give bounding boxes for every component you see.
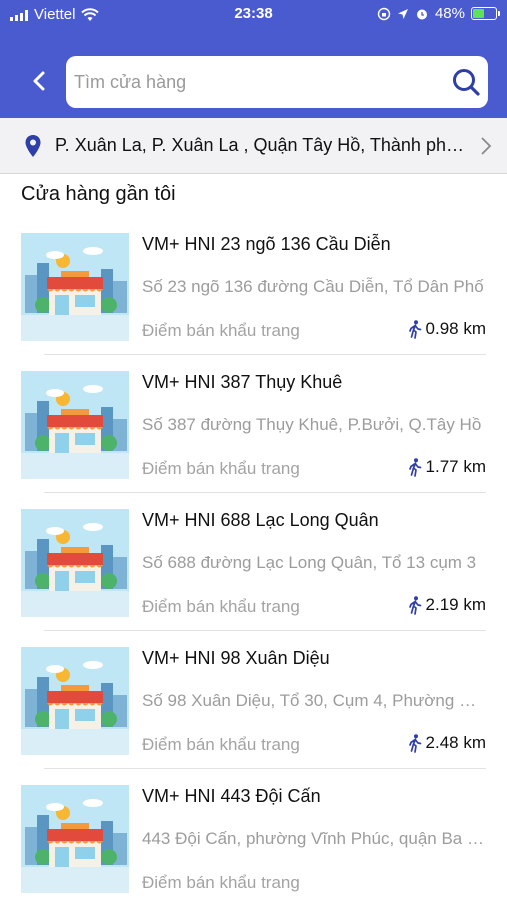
store-name: VM+ HNI 387 Thụy Khuê xyxy=(142,372,343,392)
map-pin-icon xyxy=(25,135,41,157)
store-distance-value: 2.48 km xyxy=(425,733,486,752)
store-tag: Điểm bán khẩu trang xyxy=(142,321,300,340)
store-name: VM+ HNI 443 Đội Cấn xyxy=(142,786,321,806)
store-thumbnail xyxy=(21,785,129,893)
store-address: Số 98 Xuân Diệu, Tổ 30, Cụm 4, Phường Qu… xyxy=(142,691,487,710)
store-distance: 0.98 km xyxy=(408,319,486,339)
divider xyxy=(44,354,486,355)
walking-icon xyxy=(408,319,421,339)
back-button[interactable] xyxy=(24,66,54,96)
store-list-item[interactable]: VM+ HNI 443 Đội Cấn 443 Đội Cấn, phường V… xyxy=(0,782,507,900)
chevron-right-icon xyxy=(481,137,492,155)
store-address: Số 688 đường Lạc Long Quân, Tổ 13 cụm 3 xyxy=(142,553,477,572)
store-address: 443 Đội Cấn, phường Vĩnh Phúc, quận Ba Đ… xyxy=(142,829,487,848)
store-tag: Điểm bán khẩu trang xyxy=(142,735,300,754)
location-text: P. Xuân La, P. Xuân La , Quận Tây Hồ, Th… xyxy=(55,135,465,155)
store-address: Số 387 đường Thụy Khuê, P.Bưởi, Q.Tây Hồ xyxy=(142,415,482,434)
store-list-item[interactable]: VM+ HNI 23 ngõ 136 Cầu Diễn Số 23 ngõ 136… xyxy=(0,230,507,368)
divider xyxy=(44,492,486,493)
status-bar: Viettel 23:38 48% xyxy=(0,0,507,30)
store-thumbnail xyxy=(21,647,129,755)
store-name: VM+ HNI 23 ngõ 136 Cầu Diễn xyxy=(142,234,391,254)
store-name: VM+ HNI 98 Xuân Diệu xyxy=(142,648,330,668)
store-distance: 2.48 km xyxy=(408,733,486,753)
store-tag: Điểm bán khẩu trang xyxy=(142,459,300,478)
walking-icon xyxy=(408,457,421,477)
store-distance-value: 2.19 km xyxy=(425,595,486,614)
store-list-item[interactable]: VM+ HNI 387 Thụy Khuê Số 387 đường Thụy K… xyxy=(0,368,507,506)
walking-icon xyxy=(408,595,421,615)
search-input[interactable] xyxy=(74,56,444,108)
store-address: Số 23 ngõ 136 đường Cầu Diễn, Tổ Dân Phố xyxy=(142,277,484,296)
walking-icon xyxy=(408,733,421,753)
battery-icon xyxy=(471,7,500,20)
store-distance: 1.77 km xyxy=(408,457,486,477)
store-list-item[interactable]: VM+ HNI 688 Lạc Long Quân Số 688 đường Lạ… xyxy=(0,506,507,644)
location-selector[interactable]: P. Xuân La, P. Xuân La , Quận Tây Hồ, Th… xyxy=(0,118,507,174)
section-title: Cửa hàng gần tôi xyxy=(21,183,176,205)
search-box xyxy=(66,56,488,108)
store-list-item[interactable]: VM+ HNI 98 Xuân Diệu Số 98 Xuân Diệu, Tổ … xyxy=(0,644,507,782)
store-distance: 2.19 km xyxy=(408,595,486,615)
store-tag: Điểm bán khẩu trang xyxy=(142,597,300,616)
divider xyxy=(44,630,486,631)
search-icon[interactable] xyxy=(450,66,482,98)
store-name: VM+ HNI 688 Lạc Long Quân xyxy=(142,510,379,530)
store-distance-value: 0.98 km xyxy=(425,319,486,338)
store-list: VM+ HNI 23 ngõ 136 Cầu Diễn Số 23 ngõ 136… xyxy=(0,230,507,900)
store-tag: Điểm bán khẩu trang xyxy=(142,873,300,892)
divider xyxy=(44,768,486,769)
status-right: 48% xyxy=(377,5,500,22)
rotation-lock-icon xyxy=(377,7,391,20)
app-header: Viettel 23:38 48% xyxy=(0,0,507,118)
store-thumbnail xyxy=(21,371,129,479)
battery-percent: 48% xyxy=(434,5,465,22)
store-distance-value: 1.77 km xyxy=(425,457,486,476)
store-thumbnail xyxy=(21,233,129,341)
chevron-left-icon xyxy=(33,71,45,91)
location-arrow-icon xyxy=(397,8,408,19)
store-thumbnail xyxy=(21,509,129,617)
alarm-icon xyxy=(416,9,427,19)
battery-level xyxy=(473,9,484,18)
